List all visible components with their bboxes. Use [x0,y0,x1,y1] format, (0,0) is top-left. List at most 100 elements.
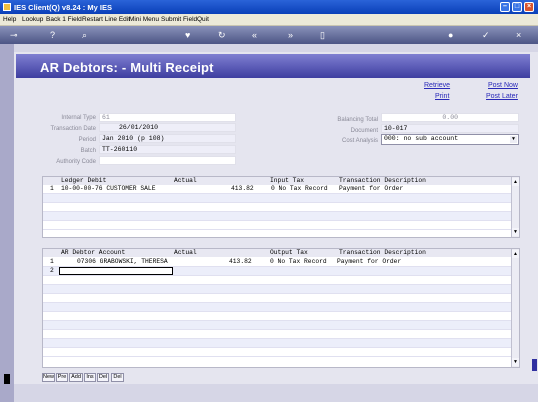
ins-button[interactable]: Ins [84,373,96,382]
transaction-date-field[interactable]: 26/01/2010 [99,123,236,132]
table-row[interactable] [43,348,519,357]
internal-type-field[interactable]: 61 [99,113,236,122]
ledger-account-cell[interactable]: 10-00-00-76 CUSTOMER SALE [61,185,155,193]
maximize-button[interactable]: □ [512,2,522,12]
col-transaction-description: Transaction Description [339,249,426,256]
table-row[interactable] [43,330,519,339]
close-window-button[interactable]: × [524,2,534,12]
search-icon[interactable]: ⌕ [82,30,87,40]
table-row[interactable] [43,321,519,330]
globe-icon[interactable]: ● [448,30,453,40]
page-scrollbar[interactable] [531,52,538,384]
del-all-button[interactable]: Del [111,373,124,382]
balancing-total-label: Balancing Total [337,117,378,123]
rewind-icon[interactable]: « [252,30,257,40]
menu-bar: Help Lookup Back 1 Field Restart Line Ed… [0,14,538,26]
table-row[interactable] [43,221,519,230]
menu-quit[interactable]: Quit [197,16,209,23]
actual-cell[interactable]: 413.82 [231,185,254,193]
menu-back-1-field[interactable]: Back 1 Field [46,16,82,23]
table-row[interactable] [43,303,519,312]
col-ar-debtor-account: AR Debtor Account [61,249,126,256]
new-button[interactable]: New [42,373,55,382]
ledger-debit-grid: Ledger Debit Actual Input Tax Transactio… [42,176,520,238]
col-output-tax: Output Tax [270,249,308,256]
debtor-grid-header: AR Debtor Account Actual Output Tax Tran… [43,249,519,257]
transaction-date-label: Transaction Date [50,126,96,132]
scroll-down-icon[interactable]: ▼ [512,228,519,236]
col-actual: Actual [174,249,197,256]
post-later-link[interactable]: Post Later [486,93,518,100]
col-input-tax: Input Tax [270,177,305,184]
ledger-grid-scrollbar[interactable]: ▲ ▼ [511,177,519,237]
table-row[interactable] [43,312,519,321]
debtor-account-cell[interactable]: 07306 GRABOWSKI, THERESA [77,258,168,266]
add-button[interactable]: Add [69,373,83,382]
scroll-up-icon[interactable]: ▲ [512,178,519,186]
scroll-up-icon[interactable]: ▲ [512,250,519,258]
menu-restart-line-edit[interactable]: Restart Line Edit [82,16,130,23]
debtor-grid-scrollbar[interactable]: ▲ ▼ [511,249,519,367]
output-tax-cell[interactable]: 0 No Tax Record [270,258,327,266]
debtor-account-input[interactable] [59,267,173,275]
document-field[interactable]: 10-017 [381,124,519,133]
row-number: 2 [50,267,54,274]
input-tax-cell[interactable]: 0 No Tax Record [271,185,328,193]
actual-cell[interactable]: 413.82 [229,258,252,266]
toolbar: ⊸ ? ⌕ ♥ ↻ « » ▯ ● ✓ × [0,26,538,44]
description-cell[interactable]: Payment for Order [337,258,401,266]
close-icon[interactable]: × [516,30,521,40]
post-now-link[interactable]: Post Now [488,82,518,89]
document-icon[interactable]: ▯ [320,30,325,40]
row-number: 1 [50,185,54,192]
check-icon[interactable]: ✓ [482,30,490,40]
row-number: 1 [50,258,54,265]
menu-help[interactable]: Help [3,16,16,23]
description-cell[interactable]: Payment for Order [339,185,403,193]
table-row[interactable]: 2 [43,267,519,276]
minimize-button[interactable]: – [500,2,510,12]
app-icon [3,3,11,11]
table-row[interactable]: 1 07306 GRABOWSKI, THERESA 413.82 0 No T… [43,258,519,267]
refresh-icon[interactable]: ↻ [218,30,226,40]
help-icon[interactable]: ? [50,30,55,40]
retrieve-link[interactable]: Retrieve [424,82,450,89]
col-actual: Actual [174,177,197,184]
document-label: Document [350,128,378,134]
authority-code-label: Authority Code [56,159,96,165]
cost-analysis-label: Cost Analysis [341,138,378,144]
balancing-total-field: 0.00 [381,113,519,122]
authority-code-field[interactable] [99,156,236,165]
ar-debtor-grid: AR Debtor Account Actual Output Tax Tran… [42,248,520,368]
table-row[interactable] [43,285,519,294]
table-row[interactable] [43,203,519,212]
pre-button[interactable]: Pre [56,373,68,382]
table-row[interactable] [43,212,519,221]
scroll-thumb[interactable] [532,359,537,371]
internal-type-label: Internal Type [61,115,96,121]
period-field[interactable]: Jan 2010 (p 108) [99,134,236,143]
print-link[interactable]: Print [435,93,449,100]
menu-lookup[interactable]: Lookup [22,16,43,23]
period-label: Period [78,137,96,143]
del-button[interactable]: Del [97,373,109,382]
table-row[interactable] [43,294,519,303]
cost-analysis-value: 000: no sub account [384,135,459,142]
menu-mini-menu[interactable]: Mini Menu [129,16,159,23]
heart-icon[interactable]: ♥ [185,30,190,40]
table-row[interactable] [43,276,519,285]
table-row[interactable]: 1 10-00-00-76 CUSTOMER SALE 413.82 0 No … [43,185,519,194]
table-row[interactable] [43,194,519,203]
table-row[interactable] [43,339,519,348]
scroll-down-icon[interactable]: ▼ [512,358,519,366]
key-icon[interactable]: ⊸ [10,30,18,40]
chevron-down-icon[interactable]: ▼ [510,136,517,143]
page-title: AR Debtors: - Multi Receipt [40,60,214,75]
menu-submit-field[interactable]: Submit Field [161,16,197,23]
window-title: IES Client(Q) v8.24 : My IES [14,3,112,12]
batch-field[interactable]: TT-260110 [99,145,236,154]
fast-forward-icon[interactable]: » [288,30,293,40]
ledger-grid-header: Ledger Debit Actual Input Tax Transactio… [43,177,519,185]
cost-analysis-select[interactable]: 000: no sub account ▼ [381,134,519,145]
left-sidebar [0,44,14,402]
